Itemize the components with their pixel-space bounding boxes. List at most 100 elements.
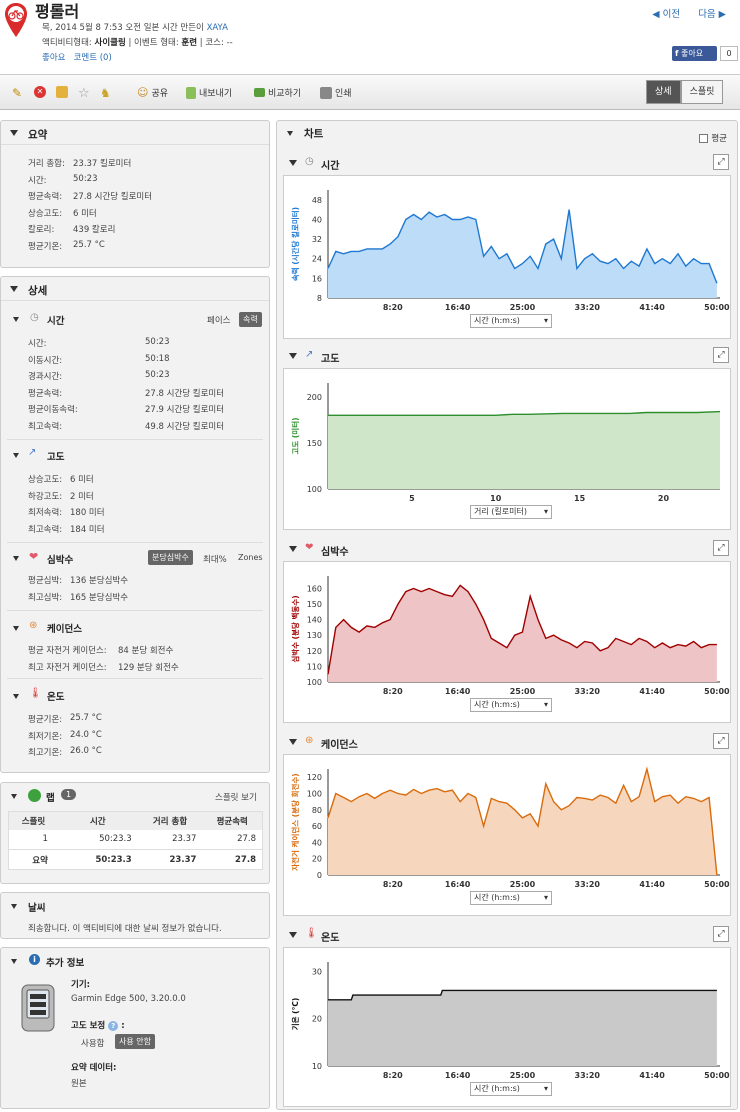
chart-title: 심박수 (321, 547, 349, 558)
chevron-down-icon: ▾ (543, 316, 548, 325)
x-axis-select-value: 거리 (킬로미터) (474, 507, 527, 516)
activity-meta: 목, 2014 5월 8 7:53 오전 일본 시간 만든이 XAYA 액티비티… (42, 21, 233, 66)
garmin-device-icon (21, 984, 55, 1032)
activity-type[interactable]: 사이클링 (95, 38, 126, 48)
lock-icon (56, 86, 68, 98)
weather-panel: 날씨 죄송합니다. 이 액티비티에 대한 날씨 정보가 없습니다. (0, 892, 270, 939)
facebook-like-button[interactable]: f 좋아요 (672, 46, 717, 61)
heartrate-section-title: 심박수 (47, 555, 74, 566)
collapse-arrow-icon[interactable] (11, 794, 17, 799)
summary-title: 요약 (28, 129, 48, 141)
collapse-arrow-icon[interactable] (13, 453, 19, 458)
collapse-arrow-icon[interactable] (287, 131, 293, 136)
expand-icon[interactable]: ⤢ (713, 926, 729, 942)
x-tick-label: 50:00 (704, 303, 730, 312)
zones-option[interactable]: Zones (238, 553, 263, 562)
detail-view-tab[interactable]: 상세 (646, 80, 681, 104)
split-view-tab[interactable]: 스플릿 (680, 80, 724, 104)
activity-title[interactable]: 평롤러 (35, 0, 79, 22)
collapse-arrow-icon[interactable] (13, 556, 19, 561)
chart-hr[interactable]: 100 110 120 130 140 150 160 8:20 16:40 25:00 33:20… (283, 561, 731, 723)
bpm-option[interactable]: 분당심박수 (148, 550, 193, 565)
stat-label: 최고 자전거 케이던스: (28, 662, 107, 673)
author-link[interactable]: XAYA (207, 23, 228, 33)
chart-header-hr[interactable]: ❤ 심박수 ⤢ (283, 537, 731, 561)
stat-value: 50:23 (145, 370, 170, 380)
like-link[interactable]: 좋아요 (42, 53, 65, 63)
table-row[interactable]: 1 50:23.3 23.37 27.8 (8, 830, 263, 850)
expand-icon[interactable]: ⤢ (713, 154, 729, 170)
x-tick-label: 50:00 (704, 880, 730, 889)
chart-cad[interactable]: 0 20 40 60 80 100 120 8:20 16:40 25:00 33:20 41:40 5… (283, 754, 731, 916)
collapse-arrow-icon[interactable] (11, 904, 17, 909)
x-axis-select[interactable]: 시간 (h:m:s) ▾ (470, 698, 552, 712)
delete-button[interactable]: ✕ (34, 86, 46, 98)
stat-label: 하강고도: (28, 491, 63, 502)
chart-title: 고도 (321, 354, 340, 365)
stat-value: 6 미터 (73, 208, 97, 219)
average-checkbox[interactable] (699, 133, 709, 143)
stat-label: 평균심박: (28, 576, 63, 586)
detail-header[interactable]: 상세 (1, 277, 269, 301)
lock-button[interactable] (56, 86, 68, 98)
expand-icon[interactable]: ⤢ (713, 733, 729, 749)
chart-header-temp[interactable]: 🌡 온도 ⤢ (283, 923, 731, 947)
divider (7, 439, 263, 440)
prev-link[interactable]: ◀ 이전 (652, 9, 680, 20)
badge-button[interactable]: ♞ (100, 86, 111, 100)
split-view-link[interactable]: 스플릿 보기 (215, 791, 257, 803)
pace-option[interactable]: 페이스 (207, 314, 230, 326)
speed-option[interactable]: 속력 (239, 312, 262, 327)
event-type[interactable]: 훈련 (181, 38, 197, 48)
export-button[interactable]: 내보내기 (186, 86, 232, 99)
speed-icon: ◷ (305, 156, 314, 167)
y-tick-label: 0 (317, 871, 322, 880)
help-icon[interactable]: ? (108, 1021, 119, 1031)
edit-button[interactable]: ✎ (12, 86, 22, 100)
max-percent-option[interactable]: 최대% (203, 553, 227, 565)
cadence-icon: ⊛ (29, 620, 38, 631)
chart-header-speed[interactable]: ◷ 시간 ⤢ (283, 151, 731, 175)
next-link[interactable]: 다음 ▶ (698, 9, 726, 20)
expand-icon[interactable]: ⤢ (713, 347, 729, 363)
stat-value: 84 분당 회전수 (118, 646, 174, 656)
x-tick-label: 25:00 (510, 880, 536, 889)
chart-speed[interactable]: 8 16 24 32 40 48 8:20 16:40 25:00 33:20 41:40 50:00… (283, 175, 731, 339)
elevation-correction-on[interactable]: 사용함 (81, 1037, 104, 1049)
collapse-arrow-icon[interactable] (13, 626, 19, 631)
elevation-correction-off[interactable]: 사용 안함 (115, 1034, 155, 1049)
x-axis-select[interactable]: 시간 (h:m:s) ▾ (470, 1082, 552, 1096)
summary-header[interactable]: 요약 (1, 121, 269, 145)
share-button[interactable]: ☺ 공유 (137, 86, 168, 99)
expand-icon[interactable]: ⤢ (713, 540, 729, 556)
elevation-correction-label: 고도 보정 ? : (71, 1019, 125, 1031)
compare-icon (254, 88, 265, 97)
collapse-arrow-icon (289, 546, 297, 552)
favorite-button[interactable]: ☆ (78, 86, 90, 101)
compare-button[interactable]: 비교하기 (254, 86, 301, 99)
chart-header-cad[interactable]: ⊛ 케이던스 ⤢ (283, 730, 731, 754)
cadence-section-title: 케이던스 (47, 624, 82, 635)
collapse-arrow-icon[interactable] (11, 959, 17, 964)
collapse-arrow-icon[interactable] (13, 317, 19, 322)
average-toggle[interactable]: 평균 (699, 132, 727, 144)
x-axis-select[interactable]: 거리 (킬로미터) ▾ (470, 505, 552, 519)
temp-icon: 🌡 (305, 928, 318, 939)
print-button[interactable]: 인쇄 (320, 86, 352, 99)
y-tick-label: 120 (307, 773, 322, 782)
stat-value: 25.7 °C (70, 713, 102, 723)
chart-temp[interactable]: 10 20 30 8:20 16:40 25:00 33:20 41:40 50:00 기온 (°… (283, 947, 731, 1107)
x-axis-select[interactable]: 시간 (h:m:s) ▾ (470, 891, 552, 905)
collapse-arrow-icon[interactable] (13, 694, 19, 699)
elev-icon: ↗ (305, 349, 314, 360)
hr-icon: ❤ (305, 542, 314, 553)
star-icon: ☆ (78, 86, 90, 101)
cell: 1 (42, 834, 48, 845)
chart-elev[interactable]: 100 150 200 5 10 15 20 고도 (미터) 거리 (킬로미터) ▾ (283, 368, 731, 530)
x-tick-label: 33:20 (575, 303, 601, 312)
comment-link[interactable]: 코멘트 (0) (74, 53, 112, 63)
cell: 23.37 (172, 834, 197, 845)
chart-header-elev[interactable]: ↗ 고도 ⤢ (283, 344, 731, 368)
x-axis-select[interactable]: 시간 (h:m:s) ▾ (470, 314, 552, 328)
y-tick-label: 150 (307, 439, 322, 448)
